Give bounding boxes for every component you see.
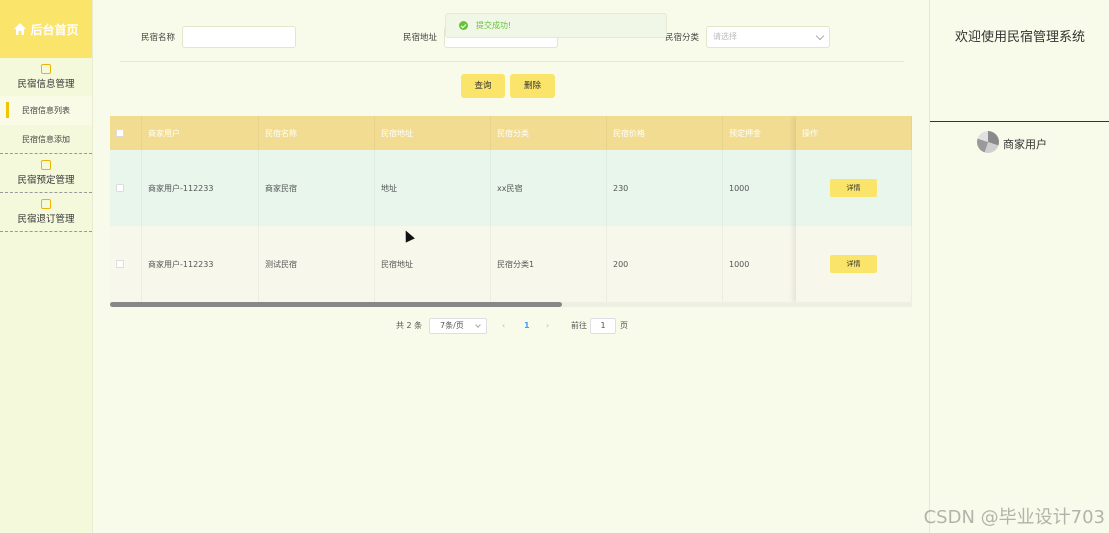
table-row: 商家用户-112233 商家民宿 地址 xx民宿 230 1000 详情	[110, 150, 912, 226]
success-toast: 提交成功!	[445, 13, 667, 38]
pagination-total: 共 2 条	[396, 321, 423, 330]
chevron-down-icon	[815, 31, 825, 41]
header-name: 民宿名称	[259, 116, 375, 150]
page-number-current[interactable]: 1	[524, 318, 530, 334]
menu-group-label[interactable]: 民宿退订管理	[0, 209, 92, 231]
table-row: 商家用户-112233 测试民宿 民宿地址 民宿分类1 200 1000 详情	[110, 226, 912, 302]
chevron-down-icon	[475, 322, 481, 328]
cell-price: 230	[607, 150, 723, 226]
menu-group-cancel: 民宿退订管理	[0, 193, 92, 232]
logo-label: 后台首页	[30, 22, 79, 37]
table-header: 商家用户 民宿名称 民宿地址 民宿分类 民宿价格 预定押金 操作	[110, 116, 912, 150]
prev-page-icon[interactable]: ‹	[502, 318, 505, 334]
folder-icon	[41, 199, 51, 209]
folder-icon	[41, 64, 51, 74]
header-address: 民宿地址	[375, 116, 491, 150]
sidebar-item-homestay-list[interactable]: 民宿信息列表	[0, 96, 92, 125]
cell-category: xx民宿	[491, 150, 607, 226]
cell-user: 商家用户-112233	[142, 150, 259, 226]
row-checkbox-cell	[110, 226, 142, 302]
menu-group-label[interactable]: 民宿信息管理	[0, 74, 92, 96]
header-deposit: 预定押金	[723, 116, 803, 150]
page-size-select[interactable]: 7条/页	[429, 318, 487, 334]
toast-message: 提交成功!	[476, 21, 512, 30]
select-all-checkbox[interactable]	[116, 129, 124, 137]
cell-address: 地址	[375, 150, 491, 226]
next-page-icon[interactable]: ›	[546, 318, 549, 334]
main-content: 民宿名称 民宿地址 民宿分类 请选择 提交成功! 查询 删除 商家用户 民宿名称…	[94, 0, 928, 533]
right-panel: 欢迎使用民宿管理系统 商家用户	[929, 0, 1109, 533]
header-user: 商家用户	[142, 116, 259, 150]
cell-deposit: 1000	[723, 150, 803, 226]
sidebar-item-homestay-add[interactable]: 民宿信息添加	[0, 125, 92, 154]
cell-user: 商家用户-112233	[142, 226, 259, 302]
scrollbar-thumb[interactable]	[110, 302, 562, 307]
cell-name: 商家民宿	[259, 150, 375, 226]
avatar[interactable]	[977, 131, 999, 153]
cell-price: 200	[607, 226, 723, 302]
homestay-table: 商家用户 民宿名称 民宿地址 民宿分类 民宿价格 预定押金 操作 商家用户-11…	[110, 116, 912, 303]
header-category: 民宿分类	[491, 116, 607, 150]
header-price: 民宿价格	[607, 116, 723, 150]
name-input[interactable]	[182, 26, 296, 48]
cell-category: 民宿分类1	[491, 226, 607, 302]
home-icon	[14, 23, 27, 35]
row-checkbox[interactable]	[116, 184, 124, 192]
sidebar: 后台首页 民宿信息管理 民宿信息列表 民宿信息添加 民宿预定管理 民宿退订管理	[0, 0, 93, 533]
cell-address: 民宿地址	[375, 226, 491, 302]
query-button[interactable]: 查询	[461, 74, 505, 98]
logo[interactable]: 后台首页	[0, 0, 92, 58]
username[interactable]: 商家用户	[1003, 136, 1047, 152]
header-checkbox-cell	[110, 116, 142, 150]
menu-group-booking: 民宿预定管理	[0, 154, 92, 193]
address-label: 民宿地址	[403, 33, 438, 43]
watermark: CSDN @毕业设计703	[923, 507, 1105, 528]
name-label: 民宿名称	[141, 33, 176, 43]
goto-label: 前往	[571, 321, 587, 330]
menu-group-homestay-info: 民宿信息管理	[0, 58, 92, 96]
horizontal-scrollbar[interactable]	[110, 302, 912, 307]
welcome-title: 欢迎使用民宿管理系统	[954, 30, 1085, 45]
menu-group-label[interactable]: 民宿预定管理	[0, 170, 92, 192]
category-placeholder: 请选择	[713, 32, 737, 41]
category-label: 民宿分类	[665, 33, 700, 43]
goto-page-input[interactable]: 1	[590, 318, 616, 334]
delete-button[interactable]: 删除	[510, 74, 555, 98]
row-checkbox-cell	[110, 150, 142, 226]
cell-deposit: 1000	[723, 226, 803, 302]
divider	[930, 121, 1109, 122]
divider	[120, 61, 904, 62]
fixed-column-shadow	[796, 116, 912, 303]
category-select[interactable]: 请选择	[706, 26, 830, 48]
page-size-value: 7条/页	[440, 321, 464, 330]
folder-icon	[41, 160, 51, 170]
page-suffix: 页	[620, 321, 628, 330]
check-circle-icon	[459, 21, 468, 30]
cell-name: 测试民宿	[259, 226, 375, 302]
row-checkbox[interactable]	[116, 260, 124, 268]
